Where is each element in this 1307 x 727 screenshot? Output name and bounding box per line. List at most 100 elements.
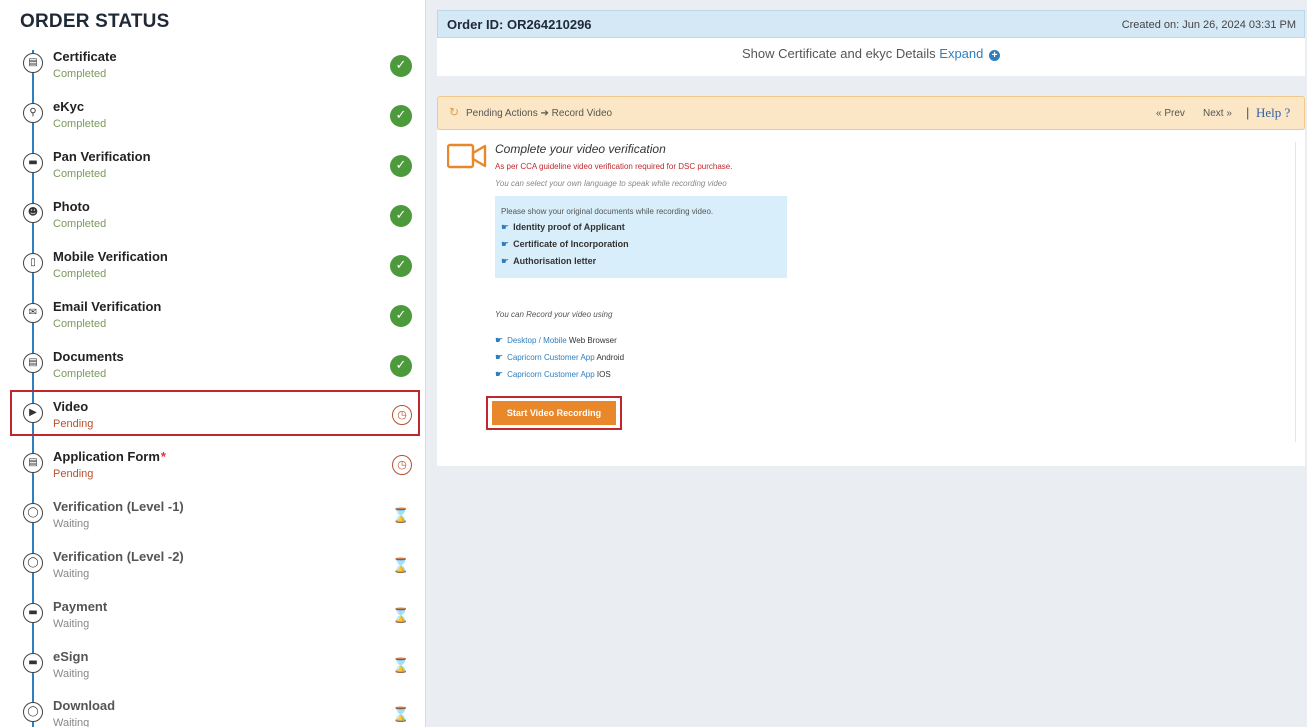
step-status: Completed bbox=[53, 68, 107, 80]
required-mark: * bbox=[160, 449, 166, 464]
hourglass-icon: ⌛ bbox=[392, 558, 410, 574]
email-icon: ✉ bbox=[23, 303, 43, 323]
created-on: Created on: Jun 26, 2024 03:31 PM bbox=[1121, 19, 1296, 31]
step-name: eSign bbox=[53, 649, 89, 664]
step-name: Certificate bbox=[53, 49, 117, 64]
step-esign[interactable]: ▬ eSign Waiting ⌛ bbox=[0, 644, 425, 694]
pending-actions-bar: ↻ Pending Actions ➔ Record Video « Prev … bbox=[437, 96, 1305, 130]
check-icon: ✓ bbox=[390, 155, 412, 177]
step-certificate[interactable]: ▤ Certificate Completed ✓ bbox=[0, 44, 425, 94]
order-id: Order ID: OR264210296 bbox=[447, 17, 592, 32]
step-status: Waiting bbox=[53, 568, 90, 580]
step-verification-level-2[interactable]: ◯ Verification (Level -2) Waiting ⌛ bbox=[0, 544, 425, 594]
record-option-link[interactable]: Desktop / Mobile bbox=[507, 336, 567, 345]
face-icon: ☻ bbox=[23, 203, 43, 223]
step-name: Payment bbox=[53, 599, 108, 614]
step-payment[interactable]: ▬ Payment Waiting ⌛ bbox=[0, 594, 425, 644]
expand-plus-icon[interactable]: + bbox=[989, 50, 1000, 61]
nav-separator: | bbox=[1246, 105, 1250, 120]
refresh-icon: ↻ bbox=[449, 105, 460, 119]
document-item-label: Identity proof of Applicant bbox=[513, 222, 625, 232]
start-video-recording-button[interactable]: Start Video Recording bbox=[492, 401, 616, 425]
record-option: ☛ Capricorn Customer App IOS bbox=[495, 370, 611, 380]
form-icon: ▤ bbox=[23, 453, 43, 473]
step-documents[interactable]: ▤ Documents Completed ✓ bbox=[0, 344, 425, 394]
record-option-link[interactable]: Capricorn Customer App bbox=[507, 353, 595, 362]
record-option: ☛ Desktop / Mobile Web Browser bbox=[495, 336, 617, 346]
shield-icon: ◯ bbox=[23, 702, 43, 722]
document-item-label: Certificate of Incorporation bbox=[513, 239, 629, 249]
step-name-text: Application Form bbox=[53, 449, 160, 464]
step-status: Completed bbox=[53, 368, 107, 380]
documents-info-box: Please show your original documents whil… bbox=[495, 196, 787, 278]
step-name: Email Verification bbox=[53, 299, 162, 314]
check-icon: ✓ bbox=[390, 105, 412, 127]
certificate-details-row: Show Certificate and ekyc Details Expand… bbox=[437, 38, 1305, 76]
help-link[interactable]: Help ? bbox=[1256, 105, 1290, 121]
language-note: You can select your own language to spea… bbox=[495, 179, 727, 188]
hourglass-icon: ⌛ bbox=[392, 707, 410, 723]
document-icon: ▤ bbox=[23, 353, 43, 373]
hourglass-icon: ⌛ bbox=[392, 508, 410, 524]
document-item: ☛ Authorisation letter bbox=[501, 256, 596, 267]
step-name: eKyc bbox=[53, 99, 85, 114]
step-name: Download bbox=[53, 698, 116, 713]
certificate-details-text: Show Certificate and ekyc Details Expand… bbox=[437, 46, 1305, 61]
step-status: Waiting bbox=[53, 717, 90, 727]
pending-actions-breadcrumb: Pending Actions ➔ Record Video bbox=[466, 108, 613, 119]
step-status: Completed bbox=[53, 168, 107, 180]
card-icon: ▬ bbox=[23, 153, 43, 173]
step-status: Waiting bbox=[53, 668, 90, 680]
check-icon: ✓ bbox=[390, 305, 412, 327]
step-ekyc[interactable]: ⚲ eKyc Completed ✓ bbox=[0, 94, 425, 144]
prev-link[interactable]: « Prev bbox=[1156, 108, 1185, 119]
document-item: ☛ Certificate of Incorporation bbox=[501, 239, 629, 250]
step-mobile-verification[interactable]: ▯ Mobile Verification Completed ✓ bbox=[0, 244, 425, 294]
check-icon: ✓ bbox=[390, 255, 412, 277]
step-status: Pending bbox=[53, 468, 94, 480]
step-status: Completed bbox=[53, 118, 107, 130]
shield-icon: ◯ bbox=[23, 553, 43, 573]
check-icon: ✓ bbox=[390, 355, 412, 377]
pointing-hand-icon: ☛ bbox=[501, 240, 510, 250]
record-option-link[interactable]: Capricorn Customer App bbox=[507, 370, 595, 379]
step-name: Verification (Level -1) bbox=[53, 499, 184, 514]
document-item-label: Authorisation letter bbox=[513, 256, 597, 266]
step-photo[interactable]: ☻ Photo Completed ✓ bbox=[0, 194, 425, 244]
step-application-form[interactable]: ▤ Application Form* Pending ◷ bbox=[0, 444, 425, 494]
step-name: Documents bbox=[53, 349, 124, 364]
step-pan-verification[interactable]: ▬ Pan Verification Completed ✓ bbox=[0, 144, 425, 194]
document-item: ☛ Identity proof of Applicant bbox=[501, 222, 625, 233]
video-camera-icon bbox=[447, 143, 487, 169]
record-option-text: Android bbox=[594, 353, 625, 362]
step-status: Waiting bbox=[53, 518, 90, 530]
step-name: Photo bbox=[53, 199, 90, 214]
mobile-icon: ▯ bbox=[23, 253, 43, 273]
start-button-highlight: Start Video Recording bbox=[486, 396, 622, 430]
step-download[interactable]: ◯ Download Waiting ⌛ bbox=[0, 693, 425, 727]
search-icon: ⚲ bbox=[23, 103, 43, 123]
hourglass-icon: ⌛ bbox=[392, 658, 410, 674]
pointing-hand-icon: ☛ bbox=[495, 336, 504, 346]
record-option: ☛ Capricorn Customer App Android bbox=[495, 353, 624, 363]
check-icon: ✓ bbox=[390, 55, 412, 77]
step-email-verification[interactable]: ✉ Email Verification Completed ✓ bbox=[0, 294, 425, 344]
step-status: Completed bbox=[53, 318, 107, 330]
shield-icon: ◯ bbox=[23, 503, 43, 523]
step-name: Mobile Verification bbox=[53, 249, 168, 264]
next-link[interactable]: Next » bbox=[1203, 108, 1232, 119]
documents-intro: Please show your original documents whil… bbox=[501, 207, 714, 216]
card-divider bbox=[1295, 142, 1296, 442]
certificate-icon: ▤ bbox=[23, 53, 43, 73]
step-name: Verification (Level -2) bbox=[53, 549, 184, 564]
step-status: Waiting bbox=[53, 618, 90, 630]
sidebar-title: ORDER STATUS bbox=[20, 11, 170, 32]
card-icon: ▬ bbox=[23, 653, 43, 673]
expand-link[interactable]: Expand bbox=[939, 46, 983, 61]
video-verification-card: Complete your video verification As per … bbox=[437, 130, 1305, 466]
record-options-intro: You can Record your video using bbox=[495, 310, 613, 319]
step-status: Completed bbox=[53, 218, 107, 230]
order-header: Order ID: OR264210296 Created on: Jun 26… bbox=[437, 10, 1305, 38]
pointing-hand-icon: ☛ bbox=[495, 353, 504, 363]
step-verification-level-1[interactable]: ◯ Verification (Level -1) Waiting ⌛ bbox=[0, 494, 425, 544]
